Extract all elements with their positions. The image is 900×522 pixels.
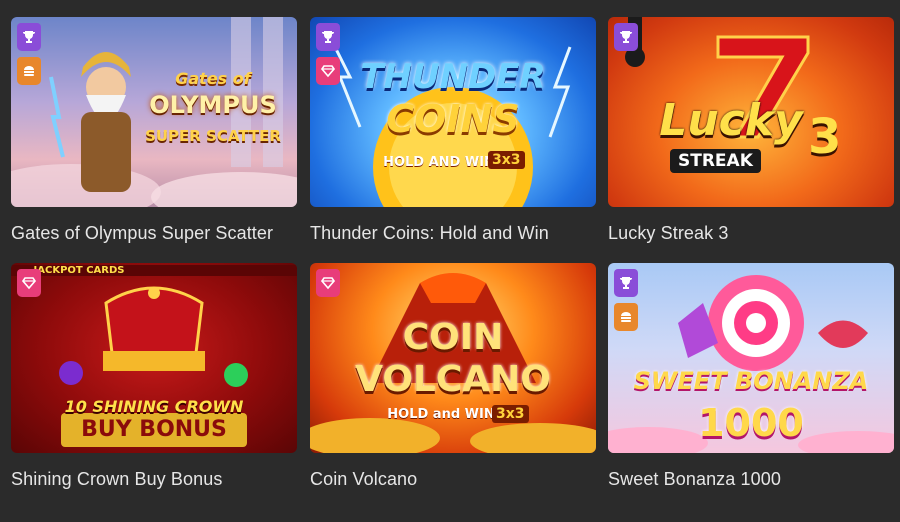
game-card-gates-of-olympus-super-scatter[interactable]: Gates of OLYMPUS SUPER SCATTER Gates of … bbox=[11, 17, 297, 243]
game-title[interactable]: Lucky Streak 3 bbox=[608, 223, 894, 243]
burger-icon bbox=[24, 66, 34, 76]
art-line: Lucky bbox=[659, 95, 803, 146]
art-line: SWEET BONANZA bbox=[633, 367, 869, 395]
diamond-badge bbox=[17, 269, 41, 297]
burger-badge bbox=[17, 57, 41, 85]
game-title[interactable]: Gates of Olympus Super Scatter bbox=[11, 223, 297, 243]
art-line: 1000 bbox=[698, 401, 804, 445]
game-thumbnail[interactable]: Lucky 3 STREAK bbox=[608, 17, 894, 207]
game-card-lucky-streak-3[interactable]: Lucky 3 STREAK Lucky Streak 3 bbox=[608, 17, 894, 243]
game-title[interactable]: Coin Volcano bbox=[310, 469, 596, 489]
art-line: THUNDER bbox=[360, 57, 546, 97]
game-thumbnail[interactable]: JACKPOT CARDS 10 SHINING CROWN BUY BONUS bbox=[11, 263, 297, 453]
game-title[interactable]: Sweet Bonanza 1000 bbox=[608, 469, 894, 489]
art-line: SUPER SCATTER bbox=[145, 127, 281, 145]
game-card-shining-crown-buy-bonus[interactable]: JACKPOT CARDS 10 SHINING CROWN BUY BONUS… bbox=[11, 263, 297, 489]
trophy-icon bbox=[23, 31, 35, 43]
trophy-badge bbox=[17, 23, 41, 51]
game-thumbnail[interactable]: SWEET BONANZA 1000 bbox=[608, 263, 894, 453]
diamond-badge bbox=[316, 57, 340, 85]
art-line: 3x3 bbox=[488, 151, 525, 169]
diamond-icon bbox=[22, 277, 36, 290]
burger-icon bbox=[621, 312, 631, 322]
art-line: STREAK bbox=[670, 149, 761, 173]
game-card-sweet-bonanza-1000[interactable]: SWEET BONANZA 1000 Sweet Bonanza 1000 bbox=[608, 263, 894, 489]
game-card-coin-volcano[interactable]: COIN VOLCANO HOLD and WIN 3x3 Coin Volca… bbox=[310, 263, 596, 489]
diamond-badge bbox=[316, 269, 340, 297]
diamond-icon bbox=[321, 277, 335, 290]
trophy-icon bbox=[620, 31, 632, 43]
art-line: HOLD AND WIN bbox=[383, 155, 495, 170]
art-line: 3 bbox=[808, 109, 842, 165]
trophy-icon bbox=[322, 31, 334, 43]
art-line: 3x3 bbox=[492, 405, 529, 423]
game-grid: Gates of OLYMPUS SUPER SCATTER Gates of … bbox=[0, 0, 900, 522]
trophy-badge bbox=[614, 23, 638, 51]
trophy-icon bbox=[620, 277, 632, 289]
game-title[interactable]: Shining Crown Buy Bonus bbox=[11, 469, 297, 489]
art-line: 10 SHINING CROWN bbox=[64, 397, 244, 416]
game-thumbnail[interactable]: Gates of OLYMPUS SUPER SCATTER bbox=[11, 17, 297, 207]
game-card-thunder-coins[interactable]: THUNDER COINS HOLD AND WIN 3x3 Thunder C… bbox=[310, 17, 596, 243]
volcano-artwork bbox=[310, 273, 596, 453]
art-line: COIN bbox=[402, 317, 504, 358]
art-line: COINS bbox=[386, 97, 520, 141]
art-line: JACKPOT CARDS bbox=[11, 265, 297, 276]
burger-badge bbox=[614, 303, 638, 331]
art-line: BUY BONUS bbox=[81, 417, 227, 442]
art-line: OLYMPUS bbox=[149, 91, 277, 119]
art-line: HOLD and WIN bbox=[387, 407, 495, 422]
game-thumbnail[interactable]: THUNDER COINS HOLD AND WIN 3x3 bbox=[310, 17, 596, 207]
trophy-badge bbox=[316, 23, 340, 51]
game-thumbnail[interactable]: COIN VOLCANO HOLD and WIN 3x3 bbox=[310, 263, 596, 453]
art-line: Gates of bbox=[175, 69, 251, 88]
trophy-badge bbox=[614, 269, 638, 297]
art-line: VOLCANO bbox=[355, 359, 551, 400]
game-title[interactable]: Thunder Coins: Hold and Win bbox=[310, 223, 596, 243]
diamond-icon bbox=[321, 65, 335, 78]
